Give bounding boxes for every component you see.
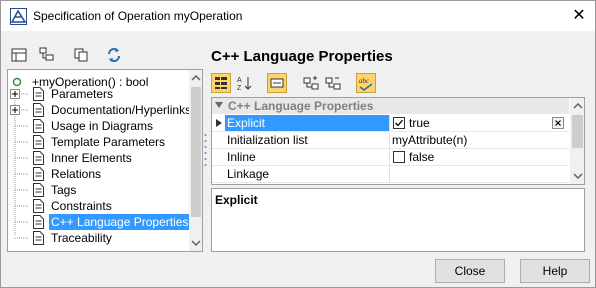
tree-item-constraints[interactable]: Constraints <box>10 198 185 214</box>
tree-item-label: Tags <box>51 183 77 197</box>
property-row-explicit[interactable]: Explicit true <box>212 115 569 132</box>
page-icon <box>33 103 44 117</box>
page-icon <box>33 167 44 181</box>
property-group-label: C++ Language Properties <box>228 99 374 113</box>
page-icon <box>33 231 44 245</box>
tree-item-label: C++ Language Properties <box>49 214 191 230</box>
help-button[interactable]: Help <box>520 259 590 283</box>
tree-item-label: Inner Elements <box>51 151 132 165</box>
splitter-grip[interactable] <box>204 131 207 171</box>
expand-all-icon[interactable] <box>301 73 321 93</box>
checkbox-unchecked[interactable] <box>393 151 405 163</box>
property-value-text: true <box>409 116 430 130</box>
sort-alpha-icon[interactable]: A Z <box>234 73 254 93</box>
window-title: Specification of Operation myOperation <box>33 9 243 23</box>
expand-icon[interactable] <box>10 89 20 99</box>
page-icon <box>33 119 44 133</box>
property-row-initialization-list[interactable]: Initialization list myAttribute(n) <box>212 132 569 149</box>
categorized-view-icon[interactable] <box>211 73 231 93</box>
tree-item-relations[interactable]: Relations <box>10 166 185 182</box>
tree-scrollbar[interactable] <box>189 70 202 251</box>
property-name: Linkage <box>227 167 270 181</box>
property-name: Explicit <box>225 115 390 131</box>
tree-toolbar <box>7 43 197 67</box>
spell-check-icon[interactable]: abc <box>356 73 376 93</box>
property-value[interactable]: myAttribute(n) <box>390 132 569 148</box>
properties-grid: C++ Language Properties Explicit true In… <box>211 97 585 185</box>
property-value[interactable]: false <box>390 149 569 165</box>
page-icon <box>33 215 44 229</box>
property-group-header[interactable]: C++ Language Properties <box>212 98 569 114</box>
svg-text:Z: Z <box>237 85 242 92</box>
description-title: Explicit <box>215 193 258 207</box>
tree-item-usage[interactable]: Usage in Diagrams <box>10 118 185 134</box>
page-title: C++ Language Properties <box>211 48 393 65</box>
tree-item-cpp-language-properties[interactable]: C++ Language Properties <box>10 214 191 230</box>
row-pointer-icon <box>216 119 222 127</box>
scroll-up-icon[interactable] <box>191 74 201 82</box>
property-value[interactable] <box>390 166 569 182</box>
page-icon <box>33 199 44 213</box>
tree-view-icon[interactable] <box>37 45 57 65</box>
property-value[interactable]: true <box>390 115 569 131</box>
checkbox-checked[interactable] <box>393 117 405 129</box>
tree-item-label: Relations <box>51 167 102 181</box>
close-icon[interactable]: ✕ <box>567 5 591 27</box>
property-value-text: false <box>409 150 435 164</box>
tree-item-label: Template Parameters <box>51 135 166 149</box>
property-name: Inline <box>227 150 256 164</box>
tree-item-inner-elements[interactable]: Inner Elements <box>10 150 185 166</box>
property-value-text: myAttribute(n) <box>392 133 468 147</box>
copy-icon[interactable] <box>71 45 91 65</box>
tree-item-label: Parameters <box>51 87 114 101</box>
tree-item-label: Constraints <box>51 199 112 213</box>
scroll-up-icon[interactable] <box>573 102 583 110</box>
reset-value-icon[interactable] <box>552 117 564 129</box>
scroll-down-icon[interactable] <box>191 239 201 247</box>
tree-item-label: Traceability <box>51 231 112 245</box>
properties-scroll-thumb[interactable] <box>572 115 583 148</box>
property-row-inline[interactable]: Inline false <box>212 149 569 166</box>
page-icon <box>33 183 44 197</box>
svg-text:A: A <box>237 77 242 84</box>
properties-toolbar: A Z abc <box>211 73 591 95</box>
page-icon <box>33 87 44 101</box>
collapse-triangle-icon[interactable] <box>215 102 223 110</box>
description-toggle-icon[interactable] <box>267 73 287 93</box>
page-icon <box>33 151 44 165</box>
tree-item-label: Documentation/Hyperlinks <box>51 103 192 117</box>
properties-scrollbar[interactable] <box>570 98 584 184</box>
close-button[interactable]: Close <box>435 259 505 283</box>
svg-text:abc: abc <box>359 77 370 85</box>
tree-item-label: Usage in Diagrams <box>51 119 154 133</box>
tree-item-parameters[interactable]: Parameters <box>10 86 185 102</box>
property-row-linkage[interactable]: Linkage <box>212 166 569 183</box>
title-bar: Specification of Operation myOperation ✕ <box>1 1 595 31</box>
collapse-all-icon[interactable] <box>323 73 343 93</box>
page-icon <box>33 135 44 149</box>
tree-scroll-thumb[interactable] <box>191 87 201 217</box>
tree-item-traceability[interactable]: Traceability <box>10 230 185 246</box>
navigation-tree: +myOperation() : bool Parameters Documen… <box>7 69 203 252</box>
specification-dialog: Specification of Operation myOperation ✕ <box>0 0 596 288</box>
tree-item-tags[interactable]: Tags <box>10 182 185 198</box>
property-name: Initialization list <box>227 133 308 147</box>
tree-item-template-parameters[interactable]: Template Parameters <box>10 134 185 150</box>
list-view-icon[interactable] <box>9 45 29 65</box>
expand-icon[interactable] <box>10 105 20 115</box>
app-icon <box>10 8 27 25</box>
refresh-icon[interactable] <box>104 45 124 65</box>
tree-item-documentation[interactable]: Documentation/Hyperlinks <box>10 102 191 118</box>
description-panel: Explicit <box>211 188 585 252</box>
scroll-down-icon[interactable] <box>573 172 583 180</box>
